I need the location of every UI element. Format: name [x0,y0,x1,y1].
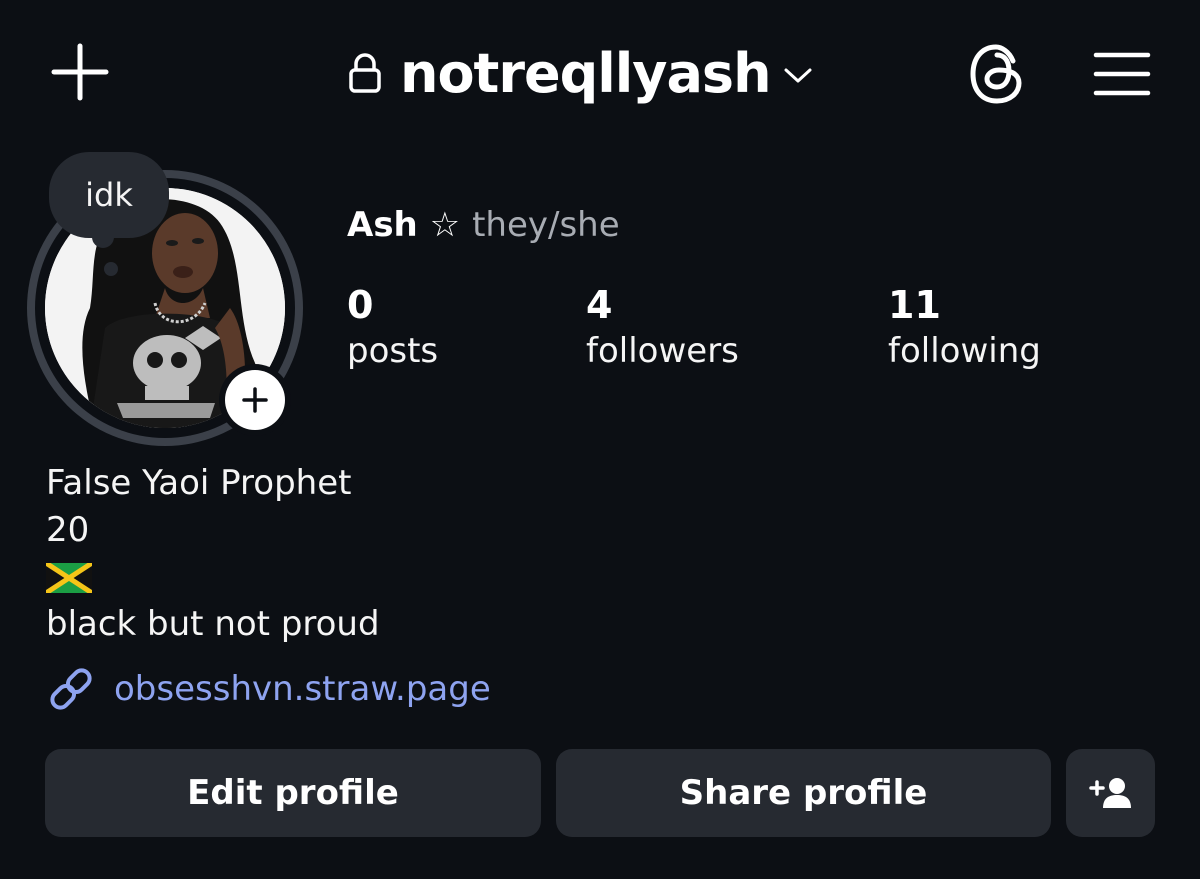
profile-link[interactable]: obsesshvn.straw.page [46,664,491,714]
lock-icon [348,51,384,95]
stat-following[interactable]: 11 following [888,282,1041,374]
posts-count: 0 [347,283,374,327]
bio-line: False Yaoi Prophet [46,463,352,503]
followers-label: followers [586,331,739,371]
followers-count: 4 [586,283,613,327]
pronouns: they/she [472,205,620,245]
add-story-button[interactable] [219,364,291,436]
jamaica-flag-icon [46,562,92,593]
chevron-down-icon [783,63,817,87]
create-button[interactable] [48,40,112,104]
link-icon [50,668,92,710]
threads-icon [970,44,1022,104]
top-bar: notreqllyash [0,0,1200,150]
share-profile-button[interactable]: Share profile [556,749,1051,837]
edit-profile-button[interactable]: Edit profile [45,749,541,837]
stat-followers[interactable]: 4 followers [586,282,739,374]
note-bubble-tail-small [104,262,118,276]
bio: False Yaoi Prophet 20 black but not prou… [46,460,380,648]
account-switcher[interactable]: notreqllyash [348,36,817,110]
hamburger-menu-icon [1093,52,1151,96]
note-text: idk [85,176,133,214]
following-label: following [888,331,1041,371]
add-user-icon [1088,778,1131,808]
plus-icon [242,387,268,413]
display-name: Ash ☆ [347,205,461,245]
link-text: obsesshvn.straw.page [114,669,491,709]
following-count: 11 [888,283,941,327]
plus-icon [51,43,109,101]
discover-people-button[interactable] [1066,749,1155,837]
threads-button[interactable] [964,40,1032,108]
username: notreqllyash [400,41,772,105]
share-profile-label: Share profile [679,773,928,813]
bio-line: 20 [46,510,90,550]
display-name-row: Ash ☆ they/she [347,202,620,248]
stat-posts: 0 posts [347,282,438,374]
posts-label: posts [347,331,439,371]
note-bubble[interactable]: idk [49,152,169,238]
bio-line: black but not proud [46,604,380,644]
menu-button[interactable] [1088,44,1156,104]
edit-profile-label: Edit profile [187,773,399,813]
